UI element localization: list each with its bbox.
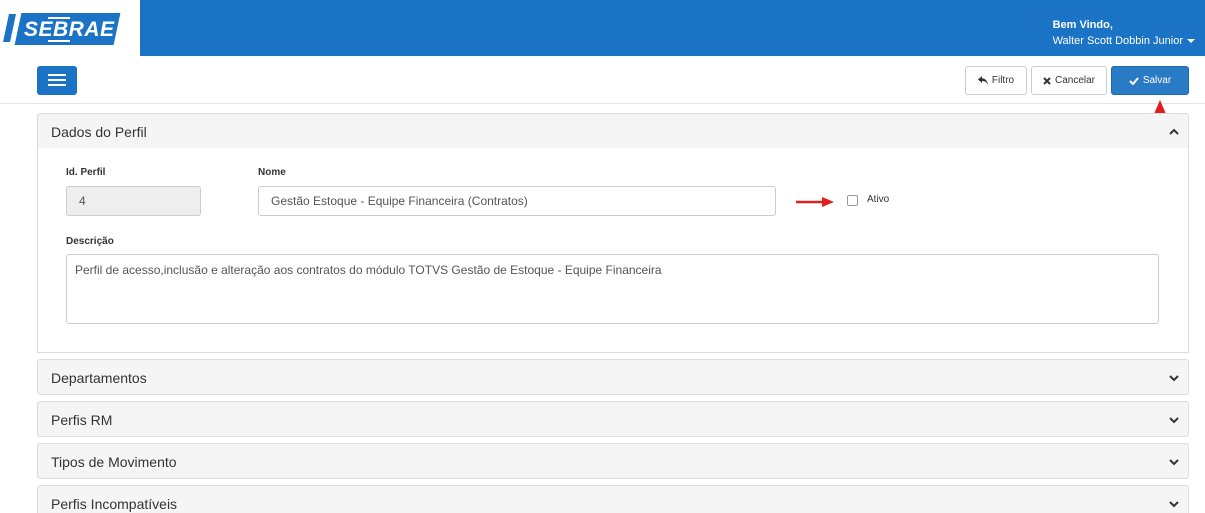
cancelar-label: Cancelar bbox=[1054, 75, 1096, 86]
check-icon bbox=[1129, 76, 1139, 85]
panel-header-perfis-rm[interactable]: Perfis RM bbox=[37, 401, 1189, 437]
descricao-value: Perfil de acesso,inclusão e alteração ao… bbox=[75, 263, 662, 277]
welcome-text: Bem Vindo, bbox=[1052, 19, 1113, 31]
descricao-textarea[interactable]: Perfil de acesso,inclusão e alteração ao… bbox=[66, 254, 1159, 324]
salvar-label: Salvar bbox=[1142, 75, 1172, 86]
panel-header-dados-perfil[interactable]: Dados do Perfil bbox=[37, 113, 1189, 149]
panel-header-tipos-movimento[interactable]: Tipos de Movimento bbox=[37, 443, 1189, 479]
nome-value: Gestão Estoque - Equipe Financeira (Cont… bbox=[271, 194, 528, 208]
section-title: Perfis RM bbox=[51, 412, 113, 428]
salvar-button[interactable]: Salvar bbox=[1111, 66, 1189, 95]
chevron-up-icon[interactable] bbox=[1168, 126, 1180, 138]
panel-header-departamentos[interactable]: Departamentos bbox=[37, 359, 1189, 395]
close-icon bbox=[1043, 76, 1051, 85]
filtro-button[interactable]: Filtro bbox=[965, 66, 1027, 95]
section-title: Perfis Incompatíveis bbox=[51, 496, 178, 512]
id-perfil-field: 4 bbox=[66, 186, 201, 216]
nome-label: Nome bbox=[258, 167, 286, 178]
action-toolbar: Filtro Cancelar Salvar bbox=[0, 56, 1205, 104]
logo-text: SEBRAE bbox=[24, 18, 115, 41]
reply-icon bbox=[977, 76, 988, 85]
user-name: Walter Scott Dobbin Junior bbox=[1052, 35, 1183, 47]
chevron-down-icon[interactable] bbox=[1168, 372, 1180, 384]
cancelar-button[interactable]: Cancelar bbox=[1031, 66, 1107, 95]
top-navbar: SEBRAE Bem Vindo, Walter Scott Dobbin Ju… bbox=[0, 0, 1205, 56]
section-title: Departamentos bbox=[51, 370, 147, 386]
sebrae-logo[interactable]: SEBRAE bbox=[0, 0, 140, 56]
hamburger-icon bbox=[48, 74, 66, 76]
user-menu[interactable]: Bem Vindo, Walter Scott Dobbin Junior bbox=[1053, 17, 1195, 49]
ativo-checkbox[interactable] bbox=[847, 195, 858, 206]
chevron-down-icon[interactable] bbox=[1168, 414, 1180, 426]
id-perfil-label: Id. Perfil bbox=[66, 167, 106, 178]
section-title: Tipos de Movimento bbox=[51, 454, 177, 470]
ativo-label: Ativo bbox=[867, 194, 890, 205]
chevron-down-icon[interactable] bbox=[1168, 456, 1180, 468]
chevron-down-icon[interactable] bbox=[1168, 498, 1180, 510]
hamburger-menu-button[interactable] bbox=[37, 66, 77, 95]
descricao-label: Descrição bbox=[66, 236, 114, 247]
panel-header-perfis-incompativeis[interactable]: Perfis Incompatíveis bbox=[37, 485, 1189, 513]
caret-down-icon bbox=[1187, 39, 1195, 44]
annotation-arrow-right bbox=[796, 197, 834, 207]
filtro-label: Filtro bbox=[991, 75, 1015, 86]
nome-input[interactable]: Gestão Estoque - Equipe Financeira (Cont… bbox=[258, 186, 776, 216]
id-perfil-value: 4 bbox=[79, 194, 86, 208]
panel-title: Dados do Perfil bbox=[51, 124, 147, 140]
